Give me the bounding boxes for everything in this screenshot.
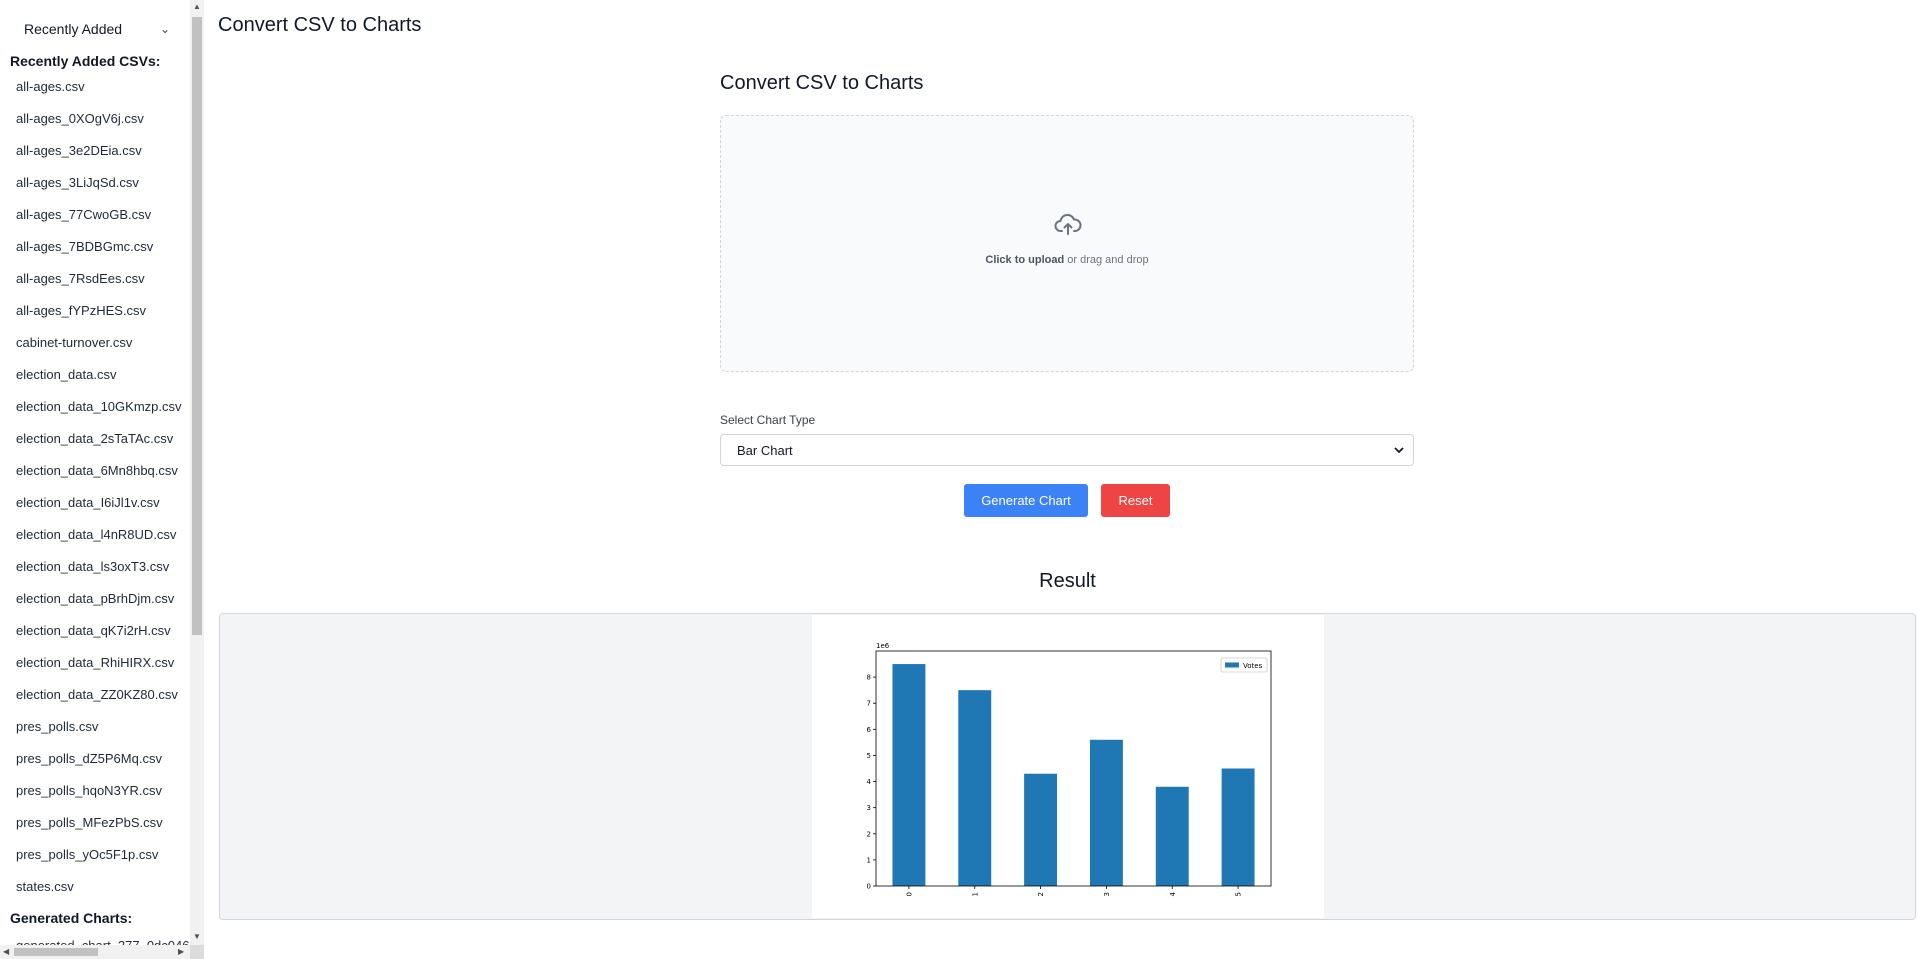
csv-file-item[interactable]: all-ages_77CwoGB.csv — [0, 202, 190, 234]
chevron-down-icon — [1394, 447, 1404, 454]
y-offset-label: 1e6 — [876, 642, 890, 650]
chart-bar — [1089, 739, 1123, 886]
csv-file-item[interactable]: election_data_I6iJl1v.csv — [0, 490, 190, 522]
upload-instructions: Click to upload or drag and drop — [721, 254, 1413, 266]
chart-type-value: Bar Chart — [737, 442, 793, 458]
x-tick-label: 5 — [1235, 892, 1243, 896]
csv-file-item[interactable]: election_data_qK7i2rH.csv — [0, 618, 190, 650]
x-tick-label: 3 — [1103, 892, 1111, 896]
x-tick-label: 2 — [1037, 892, 1045, 896]
result-panel: 0 1 2 3 4 5 0 1 2 3 4 5 6 7 8 1e6 Votes — [219, 613, 1916, 920]
scrollbar-thumb[interactable] — [192, 17, 202, 635]
chart-bar — [1024, 773, 1058, 886]
y-tick-label: 3 — [867, 804, 871, 812]
csv-file-item[interactable]: election_data.csv — [0, 362, 190, 394]
page-title: Convert CSV to Charts — [218, 14, 422, 36]
cloud-upload-icon — [1054, 213, 1082, 235]
csv-file-item[interactable]: election_data_2sTaTAc.csv — [0, 426, 190, 458]
generated-chart-item[interactable]: generated_chart_277_0dc046 — [16, 938, 189, 945]
y-tick-label: 4 — [867, 778, 872, 786]
sidebar-vertical-scrollbar[interactable]: ▲ ▼ — [190, 0, 204, 945]
reset-button[interactable]: Reset — [1101, 484, 1170, 517]
generated-charts-heading: Generated Charts: — [10, 910, 133, 926]
x-tick-label: 1 — [971, 892, 979, 896]
sidebar-horizontal-scrollbar[interactable]: ◀ ▶ — [0, 945, 190, 959]
csv-file-item[interactable]: all-ages_7RsdEes.csv — [0, 266, 190, 298]
csv-file-item[interactable]: pres_polls_dZ5P6Mq.csv — [0, 746, 190, 778]
scroll-down-icon[interactable]: ▼ — [193, 932, 201, 941]
csv-file-item[interactable]: election_data_l4nR8UD.csv — [0, 522, 190, 554]
chart-bar — [892, 664, 926, 886]
csv-file-item[interactable]: pres_polls_hqoN3YR.csv — [0, 778, 190, 810]
csv-file-item[interactable]: election_data_6Mn8hbq.csv — [0, 458, 190, 490]
bar-chart: 0 1 2 3 4 5 0 1 2 3 4 5 6 7 8 1e6 Votes — [867, 642, 1272, 896]
y-tick-label: 6 — [867, 726, 872, 734]
csv-file-item[interactable]: election_data_ZZ0KZ80.csv — [0, 682, 190, 714]
csv-file-item[interactable]: all-ages_3LiJqSd.csv — [0, 170, 190, 202]
csv-file-item[interactable]: election_data_RhiHIRX.csv — [0, 650, 190, 682]
chart-image: 0 1 2 3 4 5 0 1 2 3 4 5 6 7 8 1e6 Votes — [812, 615, 1324, 918]
y-tick-label: 7 — [867, 700, 871, 708]
scrollbar-thumb[interactable] — [14, 948, 98, 956]
chart-type-label: Select Chart Type — [720, 413, 816, 427]
csv-file-item[interactable]: cabinet-turnover.csv — [0, 330, 190, 362]
plot-frame — [875, 650, 1272, 887]
sort-select-label: Recently Added — [24, 21, 123, 37]
csv-file-item[interactable]: all-ages_7BDBGmc.csv — [0, 234, 190, 266]
csv-file-item[interactable]: all-ages.csv — [0, 74, 190, 106]
x-tick-label: 4 — [1169, 891, 1177, 896]
csv-file-item[interactable]: all-ages_3e2DEia.csv — [0, 138, 190, 170]
generate-chart-button[interactable]: Generate Chart — [964, 484, 1088, 517]
chevron-down-icon: ⌄ — [159, 22, 170, 36]
recent-csvs-heading: Recently Added CSVs: — [10, 53, 161, 69]
chart-type-select[interactable]: Bar Chart — [720, 434, 1414, 466]
csv-file-item[interactable]: election_data_10GKmzp.csv — [0, 394, 190, 426]
legend-swatch — [1225, 662, 1239, 668]
y-tick-label: 8 — [867, 674, 871, 682]
y-tick-label: 1 — [867, 856, 871, 864]
sidebar: Recently Added ⌄ Recently Added CSVs: al… — [0, 0, 204, 959]
y-tick-label: 2 — [867, 830, 871, 838]
sort-select[interactable]: Recently Added ⌄ — [14, 16, 174, 42]
result-heading: Result — [1039, 570, 1096, 592]
scroll-up-icon[interactable]: ▲ — [193, 2, 201, 11]
csv-file-item[interactable]: pres_polls_yOc5F1p.csv — [0, 842, 190, 874]
csv-file-item[interactable]: all-ages_fYPzHES.csv — [0, 298, 190, 330]
card-title: Convert CSV to Charts — [720, 72, 924, 94]
chart-bar — [1221, 768, 1255, 886]
x-tick-label: 0 — [905, 892, 913, 896]
upload-dropzone[interactable]: Click to upload or drag and drop — [720, 115, 1414, 372]
file-list: all-ages.csv all-ages_0XOgV6j.csv all-ages… — [0, 74, 190, 906]
csv-file-item[interactable]: all-ages_0XOgV6j.csv — [0, 106, 190, 138]
upload-link[interactable]: Click to upload — [985, 254, 1064, 266]
legend-label: Votes — [1243, 662, 1263, 670]
upload-hint: or drag and drop — [1064, 254, 1149, 266]
y-tick-label: 0 — [867, 883, 871, 891]
chart-bar — [958, 690, 992, 886]
chart-bar — [1155, 786, 1189, 886]
y-tick-label: 5 — [867, 752, 871, 760]
scroll-left-icon[interactable]: ◀ — [3, 947, 9, 956]
scrollbar-corner — [190, 945, 204, 959]
csv-file-item[interactable]: states.csv — [0, 874, 190, 906]
csv-file-item[interactable]: pres_polls_MFezPbS.csv — [0, 810, 190, 842]
scroll-right-icon[interactable]: ▶ — [178, 947, 184, 956]
sidebar-content: Recently Added ⌄ Recently Added CSVs: al… — [0, 0, 190, 945]
csv-file-item[interactable]: pres_polls.csv — [0, 714, 190, 746]
